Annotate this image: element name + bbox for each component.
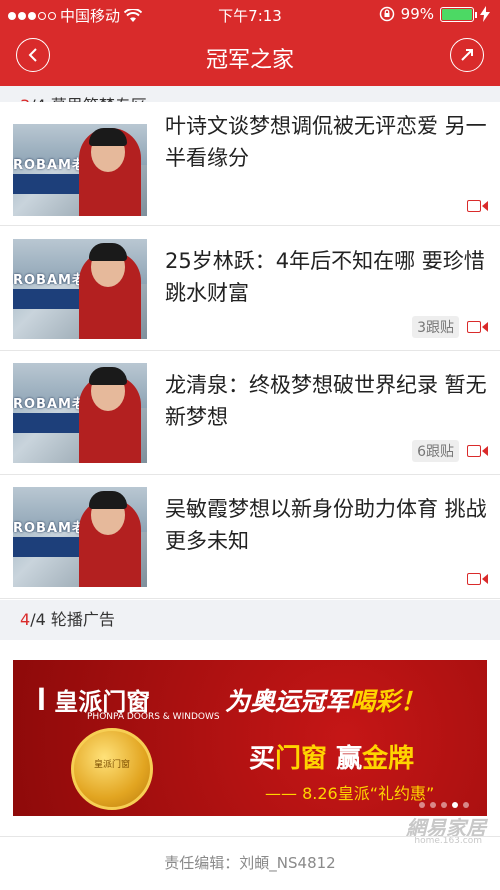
pager-dot-active[interactable] — [452, 802, 458, 808]
ad-banner[interactable]: ꟾ 皇派门窗 PHONPA DOORS & WINDOWS 为奥运冠军喝彩！ 皇… — [13, 660, 487, 816]
item-title: 龙清泉：终极梦想破世界纪录 暂无新梦想 — [165, 373, 487, 429]
promo-part: 赢 — [327, 744, 363, 774]
section-header-ad: 4/4 轮播广告 — [0, 600, 500, 640]
carousel-pager[interactable] — [419, 802, 469, 808]
page-title: 冠军之家 — [205, 48, 294, 73]
top-bar: 中国移动 下午7:13 99% 冠军之家 — [0, 0, 500, 86]
pager-dot[interactable] — [463, 802, 469, 808]
item-meta: 6跟贴 — [412, 440, 488, 462]
gold-medal-icon: 皇派门窗 — [71, 728, 153, 810]
list-item[interactable]: ROBAM老板 龙清泉：终极梦想破世界纪录 暂无新梦想 6跟贴 — [0, 351, 500, 475]
item-meta — [467, 572, 488, 586]
banner-slogan: 为奥运冠军喝彩！ — [225, 682, 425, 718]
divider — [0, 836, 500, 837]
item-title: 吴敏霞梦想以新身份助力体育 挑战更多未知 — [165, 497, 487, 553]
section-total: /4 — [30, 610, 46, 629]
list-item[interactable]: ROBAM老板 吴敏霞梦想以新身份助力体育 挑战更多未知 — [0, 475, 500, 599]
logo-mark-icon: ꟾ — [37, 688, 46, 716]
item-meta: 3跟贴 — [412, 316, 488, 338]
video-icon — [467, 572, 488, 586]
comment-count[interactable]: 3跟贴 — [412, 316, 459, 338]
video-thumbnail: ROBAM老板 — [13, 239, 147, 339]
item-title: 25岁林跃：4年后不知在哪 要珍惜跳水财富 — [165, 249, 485, 305]
list-item[interactable]: ROBAM老板 叶诗文谈梦想调侃被无评恋爱 另一半看缘分 — [0, 102, 500, 226]
video-icon — [467, 320, 488, 334]
slogan-part: 喝彩！ — [350, 687, 426, 716]
medal-text: 皇派门窗 — [93, 760, 130, 770]
charging-icon — [480, 6, 490, 22]
promo-part: 买 — [249, 744, 276, 774]
video-icon — [467, 199, 488, 213]
banner-date: —— 8.26皇派“礼约惠” — [265, 784, 435, 803]
pager-dot[interactable] — [430, 802, 436, 808]
pager-dot[interactable] — [419, 802, 425, 808]
slogan-part: 为奥运冠军 — [225, 687, 351, 716]
item-title: 叶诗文谈梦想调侃被无评恋爱 另一半看缘分 — [165, 114, 487, 170]
promo-part: 金牌 — [362, 744, 415, 774]
list-item[interactable]: ROBAM老板 25岁林跃：4年后不知在哪 要珍惜跳水财富 3跟贴 — [0, 227, 500, 351]
video-icon — [467, 444, 488, 458]
pager-dot[interactable] — [441, 802, 447, 808]
logo-subtitle: PHONPA DOORS & WINDOWS — [87, 712, 220, 722]
nav-bar: 冠军之家 — [0, 36, 500, 76]
video-thumbnail: ROBAM老板 — [13, 124, 147, 216]
section-current: 4 — [20, 610, 31, 629]
section-label: 轮播广告 — [50, 610, 115, 629]
promo-part: 门窗 — [275, 744, 328, 774]
status-bar: 中国移动 下午7:13 99% — [0, 0, 500, 28]
editor-credit: 责任编辑：刘頔_NS4812 — [164, 854, 336, 872]
rotation-lock-icon — [379, 6, 394, 22]
banner-promo: 买门窗 赢金牌 — [249, 738, 414, 775]
share-button[interactable] — [450, 38, 484, 72]
share-icon — [461, 49, 473, 61]
comment-count[interactable]: 6跟贴 — [412, 440, 459, 462]
status-right: 99% — [379, 5, 490, 23]
video-thumbnail: ROBAM老板 — [13, 487, 147, 587]
battery-percent: 99% — [400, 5, 434, 23]
item-meta — [467, 199, 488, 213]
video-thumbnail: ROBAM老板 — [13, 363, 147, 463]
watermark-url: home.163.com — [414, 836, 482, 846]
battery-icon — [440, 6, 477, 22]
